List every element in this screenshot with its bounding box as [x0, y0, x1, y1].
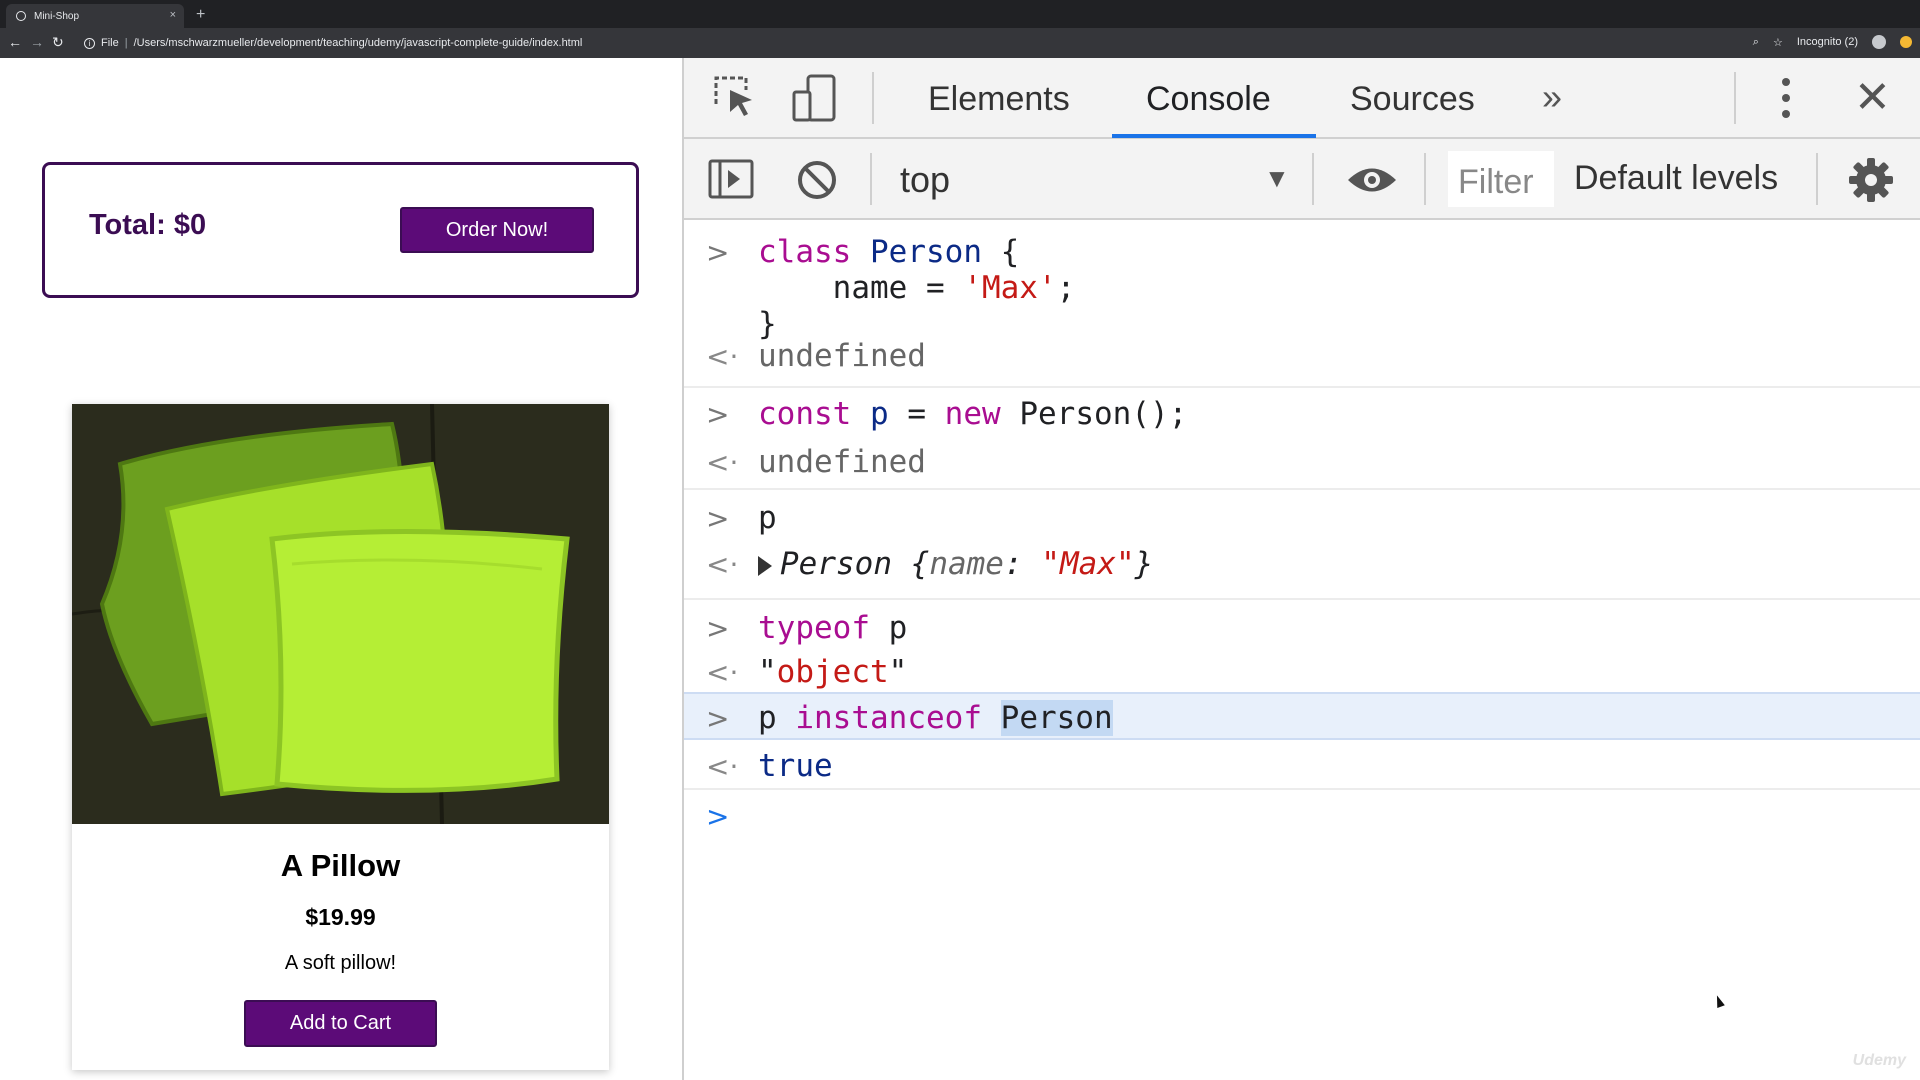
address-url[interactable]: /Users/mschwarzmueller/development/teach…	[134, 37, 583, 49]
tab-close-icon[interactable]: ×	[170, 9, 176, 21]
console-prompt[interactable]: >	[684, 790, 1920, 840]
product-price: $19.99	[305, 904, 376, 930]
device-toolbar-icon[interactable]	[790, 74, 838, 122]
console-code: typeof p	[758, 610, 908, 646]
zoom-icon[interactable]: ⌕	[1753, 36, 1759, 49]
console-code: p	[758, 500, 777, 536]
chevron-down-icon[interactable]: ▼	[1264, 163, 1290, 194]
tab-title: Mini-Shop	[34, 11, 80, 22]
console-result-row: <· Person {name: "Max"}	[684, 538, 1920, 600]
expand-triangle-icon[interactable]	[758, 555, 772, 576]
toolbar-right: ⌕ ☆ Incognito (2)	[1753, 35, 1912, 49]
console-toolbar: top ▼ Filter Default levels	[684, 139, 1920, 220]
result-arrow-icon: <·	[706, 340, 739, 373]
console-result-row: <· undefined	[684, 330, 1920, 388]
console-output[interactable]: > class Person { name = 'Max'; } <· unde…	[684, 220, 1920, 1080]
address-scheme: File	[101, 37, 119, 49]
address-separator: |	[124, 37, 128, 49]
context-selector[interactable]: top	[900, 159, 950, 201]
back-button[interactable]: ←	[8, 34, 22, 50]
input-chevron-icon: >	[706, 502, 730, 535]
input-chevron-icon: >	[706, 236, 730, 269]
cart-total: Total: $0	[89, 209, 207, 241]
console-result: "object"	[758, 654, 908, 690]
incognito-icon[interactable]	[1872, 35, 1886, 49]
toolbar-divider	[1312, 153, 1314, 205]
toolbar-divider	[1424, 153, 1426, 205]
tab-sources[interactable]: Sources	[1350, 80, 1475, 119]
toolbar-divider	[1734, 72, 1736, 124]
product-image	[72, 404, 609, 824]
live-expression-eye-icon[interactable]	[1346, 165, 1398, 195]
console-input-row: > p	[684, 492, 1920, 540]
tab-elements[interactable]: Elements	[928, 80, 1070, 119]
console-result: undefined	[758, 444, 926, 480]
object-preview[interactable]: Person {name: "Max"}	[758, 546, 1153, 582]
console-result: true	[758, 748, 833, 784]
browser-tab-strip: Mini-Shop × +	[0, 0, 1920, 28]
more-tabs-icon[interactable]: »	[1542, 76, 1562, 118]
product-description: A soft pillow!	[284, 952, 397, 974]
product-card: A Pillow $19.99 A soft pillow! Add to Ca…	[72, 404, 609, 1070]
console-input-row: > const p = new Person();	[684, 388, 1920, 436]
sidebar-toggle-icon[interactable]	[708, 159, 754, 199]
browser-tab[interactable]: Mini-Shop ×	[6, 4, 184, 28]
globe-icon	[16, 11, 26, 21]
active-tab-indicator	[1112, 134, 1316, 138]
toolbar-divider	[1816, 153, 1818, 205]
console-input-row: > class Person { name = 'Max'; }	[684, 226, 1920, 342]
gear-icon[interactable]	[1848, 157, 1894, 203]
console-code: class Person { name = 'Max'; }	[758, 234, 1076, 342]
selected-text: Person	[1000, 700, 1113, 736]
close-devtools-icon[interactable]: ✕	[1854, 72, 1891, 123]
console-code: p instanceof Person	[758, 700, 1113, 736]
input-chevron-icon: >	[706, 398, 730, 431]
clear-console-icon[interactable]	[796, 159, 838, 201]
watermark-logo: Udemy	[1852, 1052, 1906, 1069]
result-arrow-icon: <·	[706, 750, 739, 783]
kebab-menu-icon[interactable]	[1782, 78, 1790, 118]
inspect-element-icon[interactable]	[712, 74, 756, 118]
toolbar-divider	[872, 72, 874, 124]
console-code: const p = new Person();	[758, 396, 1188, 432]
profile-icon[interactable]	[1900, 36, 1912, 48]
add-to-cart-button[interactable]: Add to Cart	[244, 1000, 437, 1047]
console-result-row: <· undefined	[684, 436, 1920, 490]
devtools-tab-bar: Elements Console Sources » ✕	[684, 58, 1920, 139]
order-now-button[interactable]: Order Now!	[400, 207, 594, 253]
address-toolbar: ← → ↻ i File | /Users/mschwarzmueller/de…	[0, 28, 1920, 58]
page-viewport: Total: $0 Order Now! A Pillow $19.99 A s…	[0, 58, 682, 1080]
console-result: undefined	[758, 338, 926, 374]
filter-placeholder: Filter	[1458, 163, 1534, 201]
devtools-panel: Elements Console Sources » ✕ top ▼ Filte…	[682, 58, 1920, 1080]
console-result-row: <· true	[684, 740, 1920, 790]
input-chevron-icon: >	[706, 612, 730, 645]
bookmark-star-icon[interactable]: ☆	[1773, 36, 1783, 49]
product-name: A Pillow	[280, 848, 401, 883]
forward-button[interactable]: →	[30, 34, 44, 50]
new-tab-button[interactable]: +	[196, 6, 205, 24]
log-levels-dropdown[interactable]: Default levels	[1574, 159, 1778, 198]
console-input-row: > typeof p	[684, 602, 1920, 650]
result-arrow-icon: <·	[706, 548, 739, 581]
console-result-row: <· "object"	[684, 646, 1920, 694]
filter-input[interactable]: Filter	[1448, 151, 1554, 207]
cart-summary: Total: $0 Order Now!	[42, 162, 639, 298]
reload-button[interactable]: ↻	[52, 34, 64, 51]
info-icon[interactable]: i	[84, 37, 95, 49]
input-chevron-icon: >	[706, 702, 730, 735]
incognito-label[interactable]: Incognito (2)	[1797, 36, 1858, 48]
result-arrow-icon: <·	[706, 656, 739, 689]
toolbar-divider	[870, 153, 872, 205]
prompt-chevron-icon: >	[706, 800, 730, 833]
address-bar[interactable]: i File | /Users/mschwarzmueller/developm…	[84, 35, 582, 51]
result-arrow-icon: <·	[706, 446, 739, 479]
tab-console[interactable]: Console	[1146, 80, 1271, 119]
console-input-row-selected: > p instanceof Person	[684, 692, 1920, 740]
